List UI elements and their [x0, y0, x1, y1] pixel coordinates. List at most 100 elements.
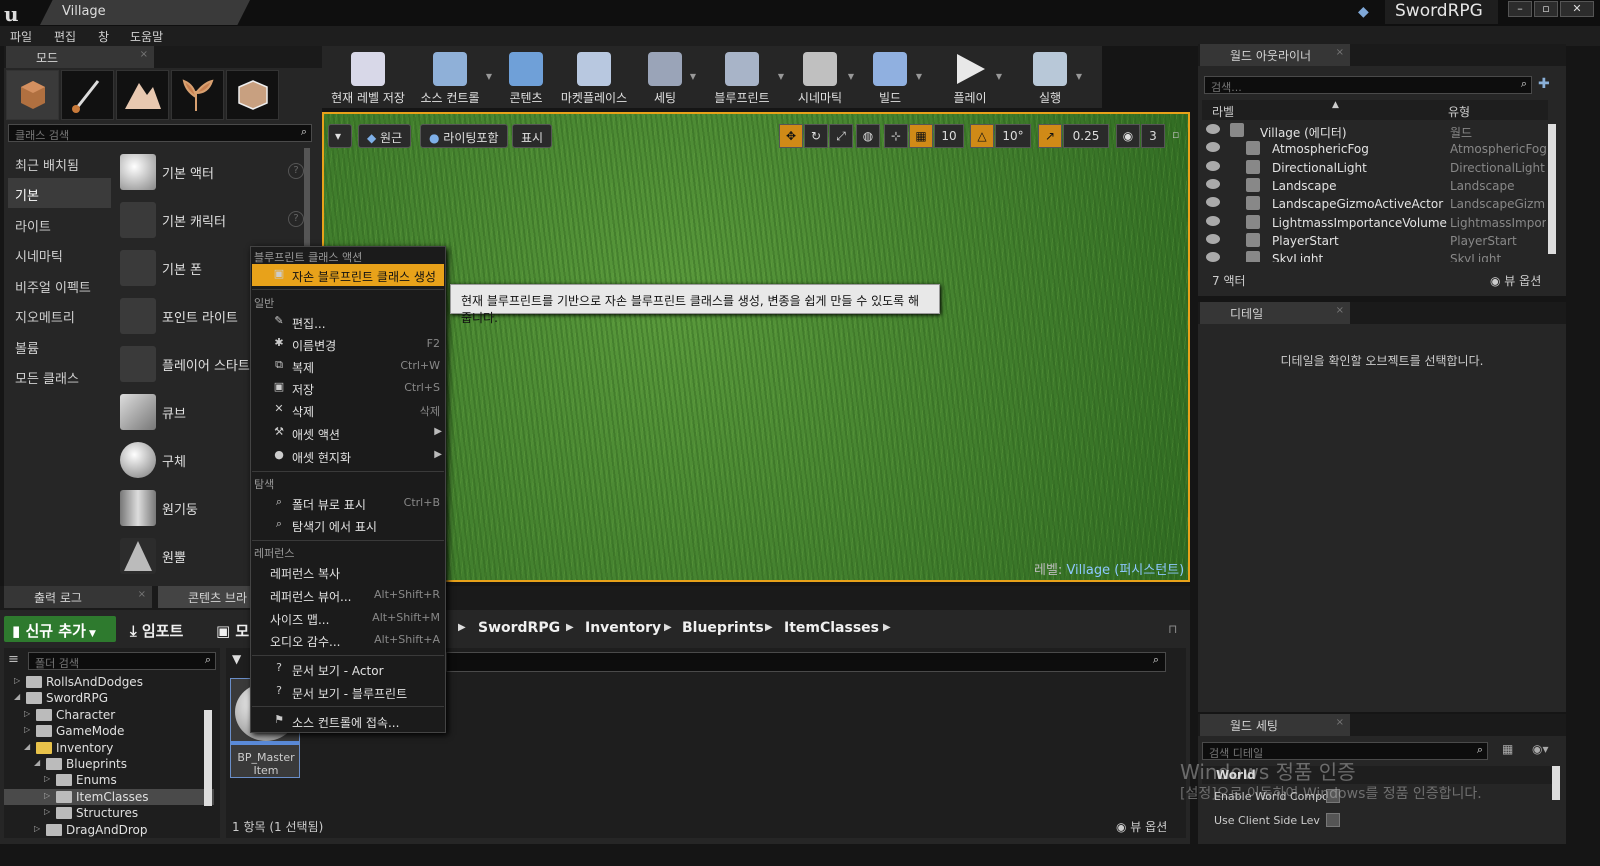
outliner-row[interactable]: Landscape Landscape [1202, 177, 1546, 195]
folder-tree-item[interactable]: ▷ RollsAndDodges [4, 674, 214, 690]
outliner-row[interactable]: LightmassImportanceVolume LightmassImpor [1202, 214, 1546, 232]
folder-tree-item[interactable]: ▷ DragAndDrop [4, 822, 214, 838]
menu-item-docs-blueprint[interactable]: ? 문서 보기 - 블루프린트 [252, 681, 444, 703]
menu-window[interactable]: 창 [98, 28, 109, 45]
breadcrumb-item[interactable]: SwordRPG [478, 620, 560, 636]
category-cinematic[interactable]: 시네마틱 [8, 239, 111, 269]
lock-icon[interactable]: ⊓ [1168, 622, 1177, 636]
surface-snap-icon[interactable]: ⊹ [884, 124, 908, 148]
outliner-row[interactable]: AtmosphericFog AtmosphericFog [1202, 140, 1546, 158]
col-type[interactable]: 유형 [1448, 103, 1470, 120]
close-tab-icon[interactable]: × [138, 589, 146, 600]
outliner-row[interactable]: Village (에디터) 월드 [1202, 122, 1546, 140]
content-button[interactable]: 콘텐츠 [498, 46, 554, 108]
dropdown-arrow-icon[interactable]: ▼ [778, 72, 784, 81]
viewport-options-button[interactable]: ▾ [328, 124, 352, 148]
visibility-eye-icon[interactable] [1206, 178, 1220, 189]
outliner-row[interactable]: LandscapeGizmoActiveActor LandscapeGizm [1202, 195, 1546, 213]
outliner-scrollbar[interactable] [1548, 124, 1556, 254]
folder-search-input[interactable]: 폴더 검색 ⌕ [28, 652, 216, 670]
collapsed-arrow-icon[interactable]: ▷ [34, 824, 40, 833]
filter-icon[interactable]: ▼ [232, 652, 241, 666]
scale-snap-value[interactable]: 0.25 [1063, 124, 1109, 148]
table-view-icon[interactable]: ▦ [1502, 742, 1513, 756]
collapsed-arrow-icon[interactable]: ▷ [44, 774, 50, 783]
scale-tool-icon[interactable]: ⤢ [829, 124, 853, 148]
outliner-search-input[interactable]: 검색... ⌕ [1204, 76, 1532, 94]
menu-item-copy-reference[interactable]: 레퍼런스 복사 [252, 561, 444, 583]
collapsed-arrow-icon[interactable]: ▷ [24, 709, 30, 718]
category-visual-effects[interactable]: 비주얼 이펙트 [8, 270, 111, 300]
level-viewport[interactable]: ▾ ◆ 원근 ● 라이팅포함 표시 ✥ ↻ ⤢ ◍ ⊹ ▦ 10 △ 10° ↗… [322, 112, 1190, 582]
menu-item-rename[interactable]: ✱ 이름변경 F2 [252, 333, 444, 355]
menu-item-asset-localization[interactable]: ● 애셋 현지화 ▶ [252, 445, 444, 467]
expanded-arrow-icon[interactable]: ◢ [34, 758, 40, 767]
class-search-input[interactable]: 클래스 검색 ⌕ [8, 124, 312, 142]
geometry-mode-button[interactable] [226, 70, 279, 120]
maximize-button[interactable]: ▫ [1534, 1, 1558, 17]
visibility-eye-icon[interactable] [1206, 197, 1220, 208]
outliner-row[interactable]: SkyLight SkyLight [1202, 250, 1546, 262]
save-all-button[interactable]: ▣ 모 [216, 620, 249, 641]
world-local-icon[interactable]: ◍ [856, 124, 880, 148]
document-tab[interactable]: Village [40, 0, 250, 25]
menu-item-size-map[interactable]: 사이즈 맵... Alt+Shift+M [252, 607, 444, 629]
outliner-row[interactable]: PlayerStart PlayerStart [1202, 232, 1546, 250]
outliner-view-options-button[interactable]: ◉ 뷰 옵션 [1490, 272, 1541, 289]
lit-button[interactable]: ● 라이팅포함 [420, 124, 508, 148]
folder-tree-item[interactable]: ▷ Character [4, 707, 214, 723]
cinematics-button[interactable]: 시네마틱 ▼ [792, 46, 854, 108]
folder-tree-item[interactable]: ▷ GameMode [4, 723, 214, 739]
dropdown-arrow-icon[interactable]: ▼ [996, 72, 1002, 81]
visibility-eye-icon[interactable] [1206, 252, 1220, 262]
asset-search-input[interactable]: ⌕ [446, 652, 1166, 672]
launch-button[interactable]: 실행 ▼ [1024, 46, 1082, 108]
place-basic-actor[interactable]: 기본 액터? [114, 148, 314, 196]
minimize-button[interactable]: – [1508, 1, 1532, 17]
rotation-snap-icon[interactable]: △ [970, 124, 994, 148]
menu-item-save[interactable]: ▣ 저장 Ctrl+S [252, 377, 444, 399]
place-basic-character[interactable]: 기본 캐릭터? [114, 196, 314, 244]
place-mode-button[interactable] [6, 70, 59, 120]
visibility-eye-icon[interactable] [1206, 124, 1220, 134]
visibility-eye-icon[interactable] [1206, 215, 1220, 226]
menu-item-docs-actor[interactable]: ? 문서 보기 - Actor [252, 658, 444, 680]
sources-toggle-icon[interactable]: ≡ [8, 652, 26, 670]
checkbox-use-client-side-level[interactable] [1326, 813, 1340, 827]
add-new-button[interactable]: ▮ 신규 추가 ▼ [4, 616, 116, 642]
collapsed-arrow-icon[interactable]: ▷ [24, 725, 30, 734]
perspective-button[interactable]: ◆ 원근 [358, 124, 412, 148]
menu-item-asset-actions[interactable]: ⚒ 애셋 액션 ▶ [252, 422, 444, 444]
tab-content-browser[interactable]: 콘텐츠 브라 [158, 586, 258, 608]
close-tab-icon[interactable]: × [1336, 47, 1344, 58]
tab-details[interactable]: 디테일 × [1200, 302, 1350, 324]
folder-tree-item[interactable]: ◢ SwordRPG [4, 690, 214, 706]
tree-scrollbar[interactable] [204, 710, 212, 806]
close-tab-icon[interactable]: × [1336, 305, 1344, 316]
import-button[interactable]: ⤓ 임포트 [130, 620, 183, 641]
folder-tree-item[interactable]: ◢ Inventory [4, 740, 214, 756]
category-recent[interactable]: 최근 배치됨 [8, 148, 111, 178]
visibility-eye-icon[interactable] [1206, 142, 1220, 153]
menu-item-duplicate[interactable]: ⧉ 복제 Ctrl+W [252, 355, 444, 377]
col-label[interactable]: 라벨 [1212, 103, 1234, 120]
breadcrumb-item[interactable]: ItemClasses [784, 620, 879, 636]
folder-tree-item[interactable]: ▷ Enums [4, 772, 214, 788]
breadcrumb-item[interactable]: Blueprints [682, 620, 764, 636]
menu-file[interactable]: 파일 [10, 28, 32, 45]
rotate-tool-icon[interactable]: ↻ [804, 124, 828, 148]
folder-tree-item[interactable]: ▷ ItemClasses [4, 788, 214, 805]
menu-item-show-in-explorer[interactable]: ⌕ 탐색기 에서 표시 [252, 514, 444, 536]
menu-edit[interactable]: 편집 [54, 28, 76, 45]
dropdown-arrow-icon[interactable]: ▼ [486, 72, 492, 81]
modes-tab[interactable]: 모드 × [6, 46, 154, 68]
close-button[interactable]: ✕ [1560, 1, 1594, 17]
camera-speed-icon[interactable]: ◉ [1116, 124, 1140, 148]
expanded-arrow-icon[interactable]: ◢ [14, 692, 20, 701]
menu-item-reference-viewer[interactable]: 레퍼런스 뷰어... Alt+Shift+R [252, 584, 444, 606]
marketplace-button[interactable]: 마켓플레이스 [556, 46, 632, 108]
show-button[interactable]: 표시 [512, 124, 553, 148]
eye-icon[interactable]: ◉▾ [1532, 742, 1549, 756]
foliage-mode-button[interactable] [171, 70, 224, 120]
collapsed-arrow-icon[interactable]: ▷ [44, 807, 50, 816]
